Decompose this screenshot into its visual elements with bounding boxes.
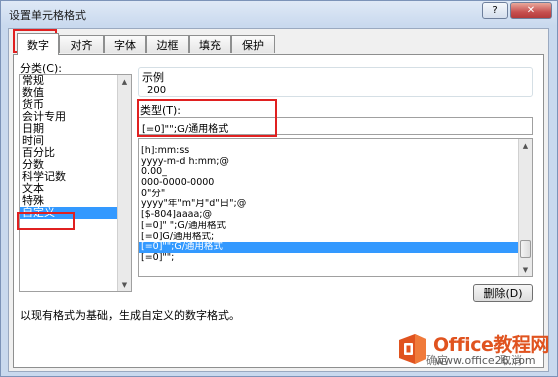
close-button[interactable]: ✕ (510, 2, 552, 19)
sample-value: 200 (147, 85, 167, 96)
format-item[interactable]: 000-0000-0000 (139, 178, 532, 189)
help-icon: ? (492, 5, 498, 16)
format-item[interactable]: [$-804]aaaa;@ (139, 210, 532, 221)
category-item[interactable]: 自定义 (20, 207, 131, 219)
number-panel: 分类(C): 常规 数值 货币 会计专用 日期 时间 百分比 分数 科学记数 文本 特殊 自定义 ▲ … (13, 54, 544, 368)
format-item[interactable]: 0"分" (139, 189, 532, 200)
tab-border[interactable]: 边框 (146, 35, 189, 53)
tab-alignment[interactable]: 对齐 (59, 35, 104, 53)
tab-protection[interactable]: 保护 (231, 35, 275, 53)
scroll-up-icon[interactable]: ▲ (118, 75, 131, 88)
sample-group (138, 67, 533, 97)
format-item[interactable]: yyyy-m-d h:mm;@ (139, 157, 532, 168)
type-input[interactable]: [=0]"";G/通用格式 (138, 117, 533, 135)
category-list[interactable]: 常规 数值 货币 会计专用 日期 时间 百分比 分数 科学记数 文本 特殊 自定义 ▲ ▼ (19, 74, 132, 292)
dialog-body: 数字 对齐 字体 边框 填充 保护 分类(C): 常规 数值 货币 会计专用 日期 时间百… (8, 28, 549, 372)
type-label: 类型(T): (140, 104, 182, 117)
sample-label: 示例 (142, 71, 164, 84)
scroll-up-icon[interactable]: ▲ (519, 139, 532, 152)
tab-fill[interactable]: 填充 (189, 35, 231, 53)
delete-button[interactable]: 删除(D) (473, 284, 533, 302)
format-list[interactable]: [h]:mm:ss yyyy-m-d h:mm;@ 0.00_ 000-0000-00… (138, 138, 533, 277)
scroll-down-icon[interactable]: ▼ (118, 278, 131, 291)
category-scrollbar[interactable]: ▲ ▼ (117, 75, 131, 291)
watermark-brand: Office教程网 (433, 334, 549, 356)
help-button[interactable]: ? (482, 2, 508, 19)
category-items: 常规 数值 货币 会计专用 日期 时间 百分比 分数 科学记数 文本 特殊 自定义 (20, 75, 131, 219)
format-item[interactable]: [=0]"";G/通用格式 (139, 242, 532, 253)
format-item[interactable]: [=0]" ";G/通用格式 (139, 221, 532, 232)
format-description: 以现有格式为基础，生成自定义的数字格式。 (20, 309, 240, 322)
format-item[interactable]: [h]:mm:ss (139, 146, 532, 157)
watermark: Office教程网 www.office26.com (395, 327, 555, 373)
format-item[interactable]: [=0]G/通用格式; (139, 232, 532, 243)
watermark-url: www.office26.com (435, 354, 536, 367)
format-cells-dialog: 设置单元格格式 ? ✕ 数字 对齐 字体 边框 填充 保护 分类(C): 常规数… (0, 0, 558, 377)
dialog-title: 设置单元格格式 (9, 9, 86, 22)
title-bar[interactable]: 设置单元格格式 ? ✕ (1, 1, 557, 25)
close-icon: ✕ (526, 5, 536, 16)
scroll-down-icon[interactable]: ▼ (519, 263, 532, 276)
format-item[interactable]: 0.00_ (139, 167, 532, 178)
format-scrollbar[interactable]: ▲ ▼ (518, 139, 532, 276)
format-item[interactable]: yyyy"年"m"月"d"日";@ (139, 199, 532, 210)
scroll-thumb[interactable] (520, 240, 531, 258)
office-logo-icon (399, 334, 426, 364)
format-item[interactable]: [=0]""; (139, 253, 532, 264)
tab-number[interactable]: 数字 (17, 33, 59, 55)
tab-font[interactable]: 字体 (104, 35, 146, 53)
format-items: [h]:mm:ss yyyy-m-d h:mm;@ 0.00_ 000-0000-00… (139, 139, 532, 264)
